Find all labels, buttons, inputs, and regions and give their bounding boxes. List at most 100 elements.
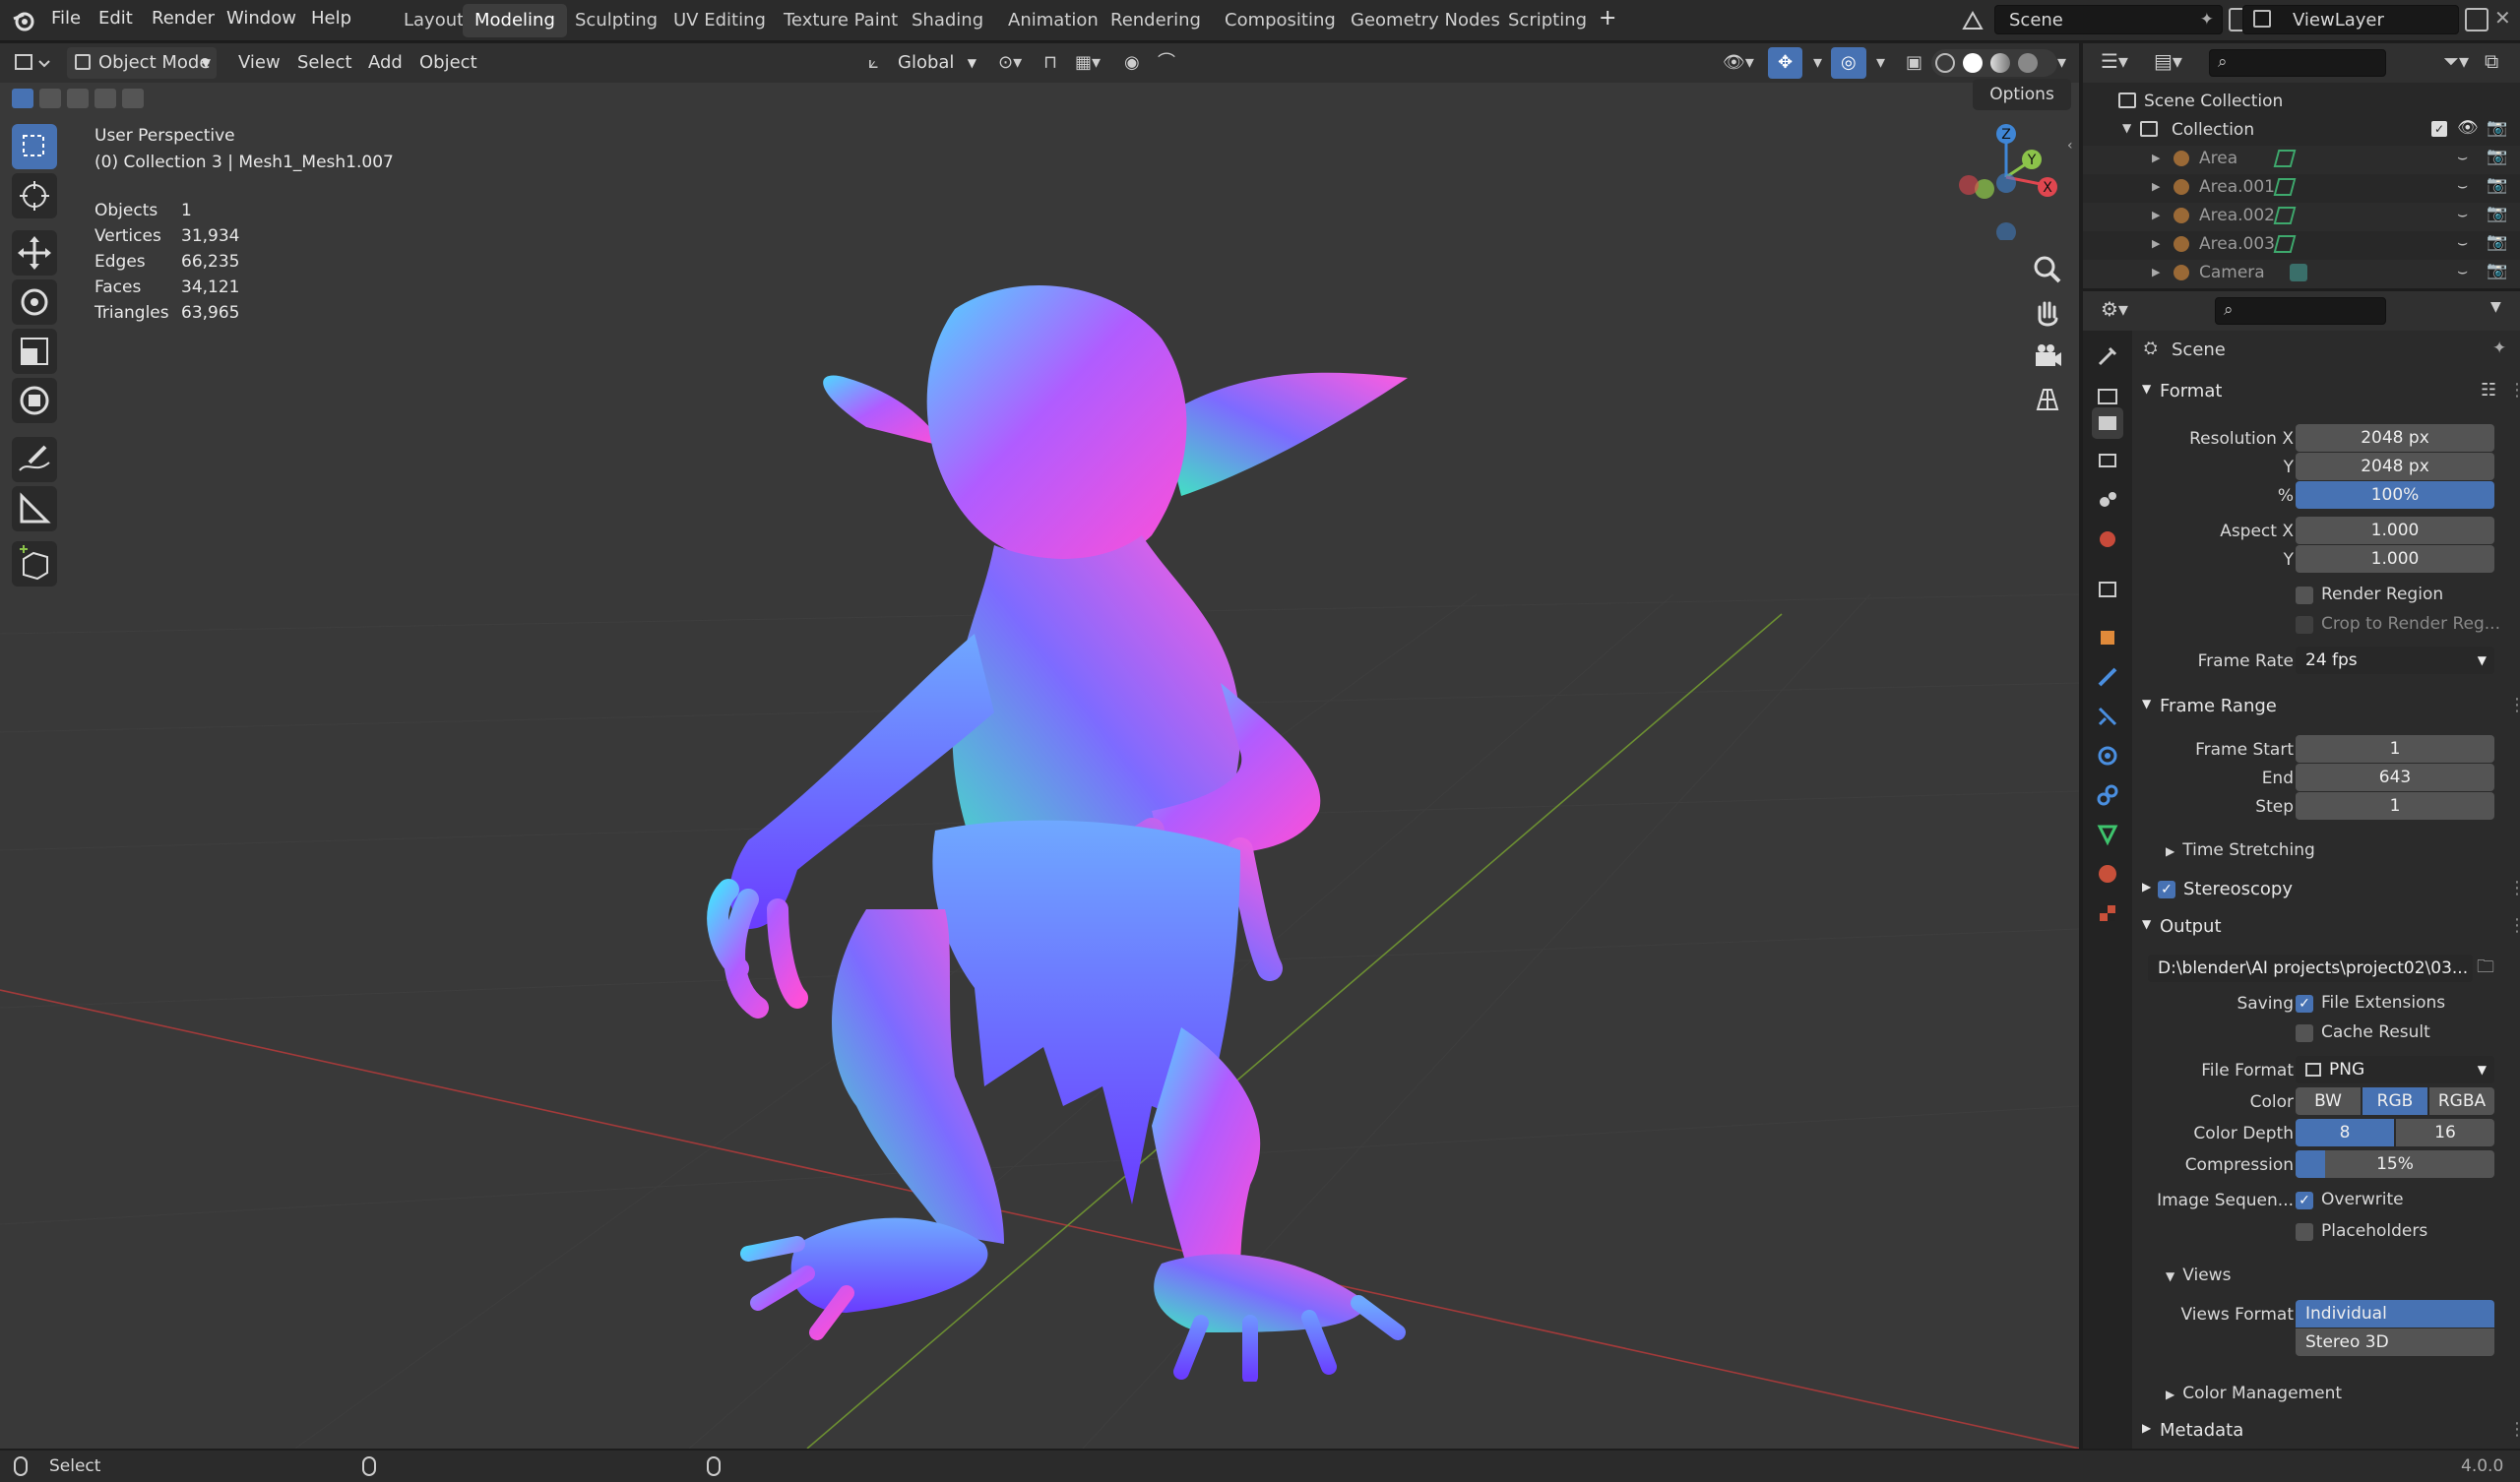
menu-help[interactable]: Help [311,8,351,29]
resolution-percent-slider[interactable]: 100% [2296,481,2494,509]
light-data-icon[interactable] [2273,207,2297,224]
texture-tab-icon[interactable] [2092,897,2123,929]
workspace-tab-texture-paint[interactable]: Texture Paint [772,4,910,37]
drag-handle-icon[interactable]: ⋮ [2508,380,2520,401]
output-section-header[interactable]: ▼ Output ⋮ [2136,911,2520,945]
filter-icon[interactable]: ⏷▾ [2443,49,2469,73]
object-mode-dropdown[interactable]: Object Mode ▼ [67,47,217,79]
camera-render-icon[interactable]: 📷 [2487,147,2507,166]
compression-slider[interactable]: 15% [2296,1150,2494,1178]
presets-icon[interactable]: ☷ [2481,380,2496,401]
tool-tab-icon[interactable] [2092,340,2123,372]
menu-view[interactable]: View [228,47,290,79]
placeholders-checkbox[interactable] [2296,1223,2313,1241]
color-depth-16-option[interactable]: 16 [2396,1119,2494,1146]
outliner-item[interactable]: ▶ Area.002 ⌣ 📷 [2083,203,2520,231]
drag-handle-icon[interactable]: ⋮ [2508,1419,2520,1440]
cursor-tool[interactable] [12,173,57,218]
color-bw-option[interactable]: BW [2296,1087,2361,1115]
select-invert-icon[interactable] [94,89,116,108]
folder-icon[interactable]: 🗀 [2477,955,2500,980]
move-tool[interactable] [12,230,57,276]
data-tab-icon[interactable] [2092,819,2123,850]
outliner-item[interactable]: ▶ Area ⌣ 📷 [2083,146,2520,174]
frame-rate-dropdown[interactable]: 24 fps ▼ [2296,647,2494,674]
modifier-tab-icon[interactable] [2092,661,2123,693]
pin-icon[interactable]: ✦ [2492,339,2506,358]
scene-collection-row[interactable]: Scene Collection [2083,89,2520,117]
camera-data-icon[interactable] [2290,264,2307,281]
measure-tool[interactable] [12,486,57,531]
workspace-tab-animation[interactable]: Animation [996,4,1110,37]
properties-editor-icon[interactable]: ⚙▾ [2101,297,2128,321]
views-stereo-option[interactable]: Stereo 3D [2296,1328,2494,1356]
outliner-item[interactable]: ▶ Camera ⌣ 📷 [2083,260,2520,288]
options-button[interactable]: Options [1973,79,2071,110]
resolution-y-field[interactable]: 2048 px [2296,453,2494,480]
collection-tab-icon[interactable] [2092,573,2123,604]
workspace-tab-modeling[interactable]: Modeling [463,4,567,37]
collection-row[interactable]: ▼ Collection ✓ 👁 📷 [2083,117,2520,146]
view-layer-tab-icon[interactable] [2092,445,2123,476]
annotate-tool[interactable] [12,437,57,482]
3d-viewport[interactable]: Object Mode ▼ View Select Add Object ⟀ G… [0,43,2079,1449]
select-box-tool[interactable] [12,124,57,169]
output-path-field[interactable]: D:\blender\AI projects\project02\03... [2148,955,2473,982]
frame-step-field[interactable]: 1 [2296,792,2494,820]
rendered-shading-icon[interactable] [2018,53,2038,73]
workspace-tab-uv-editing[interactable]: UV Editing [662,4,778,37]
light-data-icon[interactable] [2273,235,2297,253]
scene-tab-icon[interactable] [2092,484,2123,516]
eye-icon[interactable]: 👁 [2457,118,2479,138]
views-subpanel-header[interactable]: ▼ Views [2166,1266,2231,1285]
scene-field[interactable]: Scene ✦ [1994,5,2223,34]
visibility-toggle-icon[interactable]: ⌣ [2457,205,2468,224]
file-extensions-checkbox[interactable]: ✓ [2296,995,2313,1013]
menu-add[interactable]: Add [358,47,412,79]
cache-result-checkbox[interactable] [2296,1024,2313,1042]
xray-icon[interactable]: ▣ [1896,47,1932,79]
outliner-search-input[interactable]: ⌕ [2209,49,2386,77]
frame-start-field[interactable]: 1 [2296,735,2494,763]
collapse-sidebar-icon[interactable]: ‹ [2067,138,2073,154]
pin-icon[interactable]: ✦ [2200,10,2214,30]
light-data-icon[interactable] [2273,178,2297,196]
color-rgb-option[interactable]: RGB [2362,1087,2427,1115]
transform-tool[interactable] [12,378,57,423]
overwrite-checkbox[interactable]: ✓ [2296,1192,2313,1209]
goblin-model[interactable] [689,220,1437,1382]
scale-tool[interactable] [12,329,57,374]
light-data-icon[interactable] [2273,150,2297,167]
include-checkbox[interactable]: ✓ [2431,121,2447,137]
select-intersect-icon[interactable] [122,89,144,108]
visibility-toggle-icon[interactable]: ⌣ [2457,176,2468,196]
delete-view-layer-icon[interactable]: ✕ [2494,6,2511,30]
time-stretching-subpanel[interactable]: ▶ Time Stretching [2166,840,2315,860]
transform-orientation-dropdown[interactable]: ⟀ Global ▼ [862,47,980,79]
expand-arrow-icon[interactable]: ▶ [2152,209,2160,221]
constraints-tab-icon[interactable] [2092,779,2123,811]
rotate-tool[interactable] [12,279,57,325]
expand-arrow-icon[interactable]: ▶ [2152,152,2160,164]
add-workspace-button[interactable]: + [1599,6,1616,31]
workspace-tab-rendering[interactable]: Rendering [1099,4,1213,37]
workspace-tab-scripting[interactable]: Scripting [1496,4,1599,37]
visibility-toggle-icon[interactable]: ⌣ [2457,262,2468,281]
camera-render-icon[interactable]: 📷 [2487,118,2507,138]
drag-handle-icon[interactable]: ⋮ [2508,915,2520,936]
chevron-down-icon[interactable]: ▾ [1866,47,1895,79]
new-view-layer-icon[interactable] [2465,8,2488,31]
editor-type-icon[interactable] [14,51,53,75]
material-tab-icon[interactable] [2092,858,2123,890]
pivot-point-icon[interactable]: ⊙▾ [988,47,1032,79]
workspace-tab-compositing[interactable]: Compositing [1213,4,1348,37]
particles-tab-icon[interactable] [2092,701,2123,732]
view-layer-field[interactable]: ViewLayer [2242,5,2459,34]
camera-render-icon[interactable]: 📷 [2487,204,2507,223]
expand-arrow-icon[interactable]: ▶ [2152,266,2160,278]
views-individual-option[interactable]: Individual [2296,1300,2494,1328]
properties-search-input[interactable]: ⌕ [2215,297,2386,325]
snap-icon[interactable]: ⊓ [1034,47,1067,79]
camera-render-icon[interactable]: 📷 [2487,232,2507,252]
proportional-edit-icon[interactable]: ◉ [1114,47,1150,79]
